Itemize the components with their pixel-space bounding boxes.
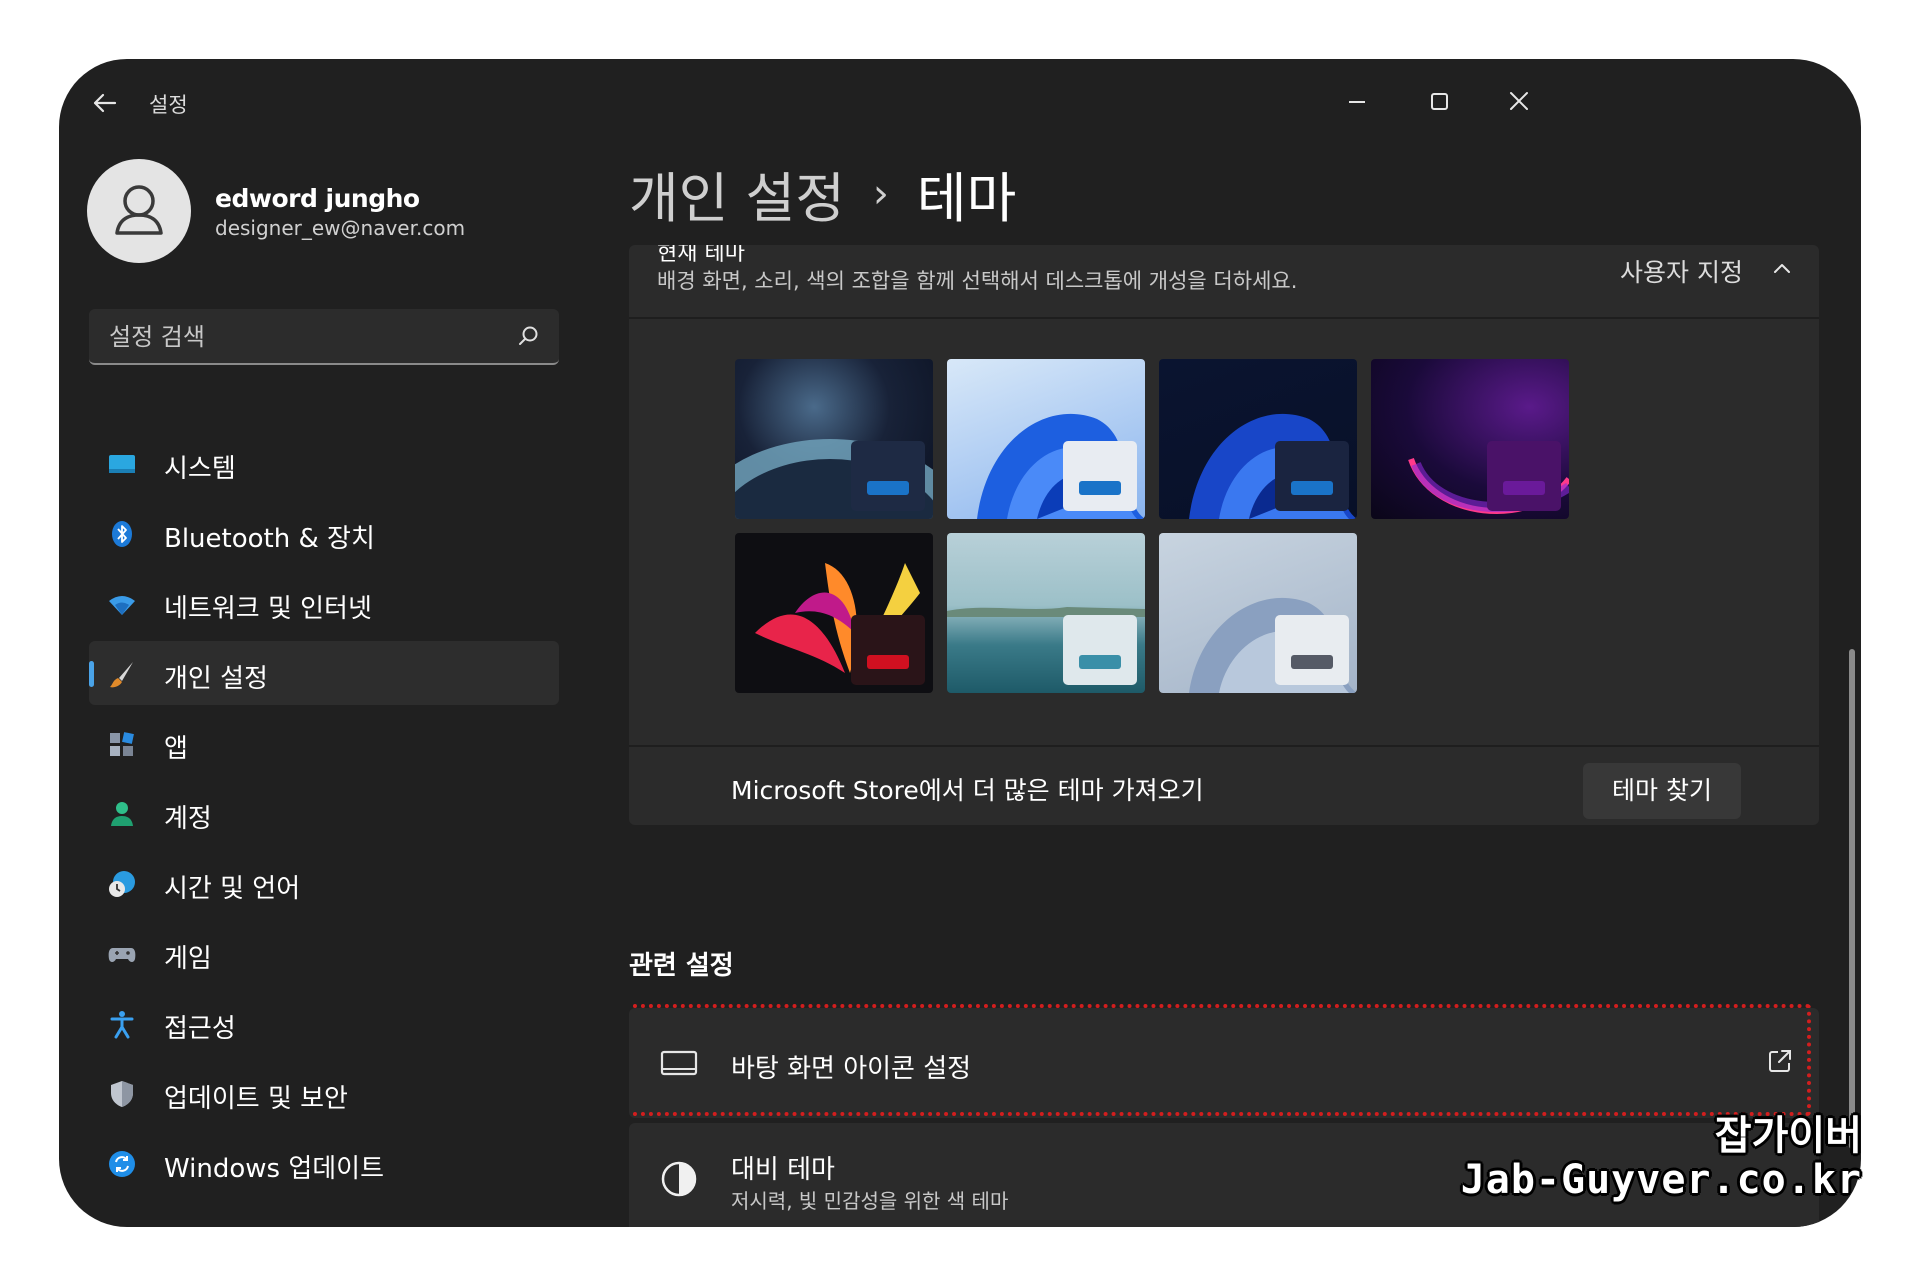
watermark-line1: 잡가이버	[1714, 1113, 1862, 1159]
theme-windows-light[interactable]	[947, 359, 1145, 519]
sidebar-item-label: Windows 업데이트	[164, 1154, 385, 1184]
watermark-line2: Jab-Guyver.co.kr	[1460, 1157, 1862, 1203]
sidebar-item-gaming[interactable]: 게임	[89, 921, 559, 985]
main-content: 현재 테마 배경 화면, 소리, 색의 조합을 함께 선택해서 데스크톱에 개성…	[629, 245, 1819, 1227]
sidebar-item-label: 계정	[164, 804, 212, 834]
sidebar-item-label: 시간 및 언어	[164, 874, 301, 904]
current-theme-value: 사용자 지정	[1620, 258, 1743, 287]
chevron-up-icon[interactable]	[1769, 255, 1795, 281]
sidebar-item-label: 시스템	[164, 454, 236, 484]
time-language-icon	[107, 869, 137, 899]
theme-preview-window	[851, 615, 925, 685]
system-icon	[107, 449, 137, 479]
theme-preview-window	[1275, 441, 1349, 511]
title-bar: 설정	[59, 59, 1861, 129]
sidebar-item-time-language[interactable]: 시간 및 언어	[89, 851, 559, 915]
sidebar-item-personalization[interactable]: 개인 설정	[89, 641, 559, 705]
current-theme-title: 현재 테마	[657, 245, 745, 266]
maximize-icon[interactable]	[1409, 75, 1469, 129]
related-item-label: 대비 테마	[731, 1155, 835, 1185]
settings-window: 설정 edword jungho designer_ew@naver.com 설…	[59, 59, 1861, 1227]
current-theme-description: 배경 화면, 소리, 색의 조합을 함께 선택해서 데스크톱에 개성을 더하세요…	[657, 269, 1298, 293]
wifi-icon	[107, 589, 137, 619]
profile-email: designer_ew@naver.com	[215, 216, 466, 240]
sidebar-item-network[interactable]: 네트워크 및 인터넷	[89, 571, 559, 635]
sidebar-item-update-security[interactable]: 업데이트 및 보안	[89, 1061, 559, 1125]
contrast-icon	[659, 1159, 699, 1199]
sidebar-item-label: 앱	[164, 734, 188, 764]
app-title: 설정	[149, 93, 188, 117]
windows-update-icon	[107, 1149, 137, 1179]
sidebar-item-system[interactable]: 시스템	[89, 431, 559, 495]
theme-preview-window	[1063, 615, 1137, 685]
store-row: Microsoft Store에서 더 많은 테마 가져오기 테마 찾기	[629, 745, 1819, 827]
shield-icon	[107, 1079, 137, 1109]
theme-windows-dark[interactable]	[1159, 359, 1357, 519]
browse-themes-button[interactable]: 테마 찾기	[1583, 763, 1741, 819]
watermark: 잡가이버 Jab-Guyver.co.kr	[1461, 1114, 1862, 1202]
theme-sunrise[interactable]	[947, 533, 1145, 693]
sidebar-item-apps[interactable]: 앱	[89, 711, 559, 775]
profile-name: edword jungho	[215, 184, 420, 213]
apps-icon	[107, 729, 137, 759]
sidebar-item-label: 접근성	[164, 1014, 236, 1044]
theme-preview-window	[1487, 441, 1561, 511]
account-icon	[107, 799, 137, 829]
sidebar-item-bluetooth[interactable]: Bluetooth & 장치	[89, 501, 559, 565]
page-title: 테마	[916, 167, 1017, 230]
desktop-icon	[659, 1044, 699, 1084]
user-avatar-icon[interactable]	[87, 159, 191, 263]
desktop-icon-settings-row[interactable]: 바탕 화면 아이콘 설정	[629, 1004, 1819, 1118]
scrollbar[interactable]	[1849, 649, 1855, 1149]
sidebar-item-label: Bluetooth & 장치	[164, 524, 375, 554]
sidebar-item-windows-update[interactable]: Windows 업데이트	[89, 1131, 559, 1195]
breadcrumb-parent[interactable]: 개인 설정	[629, 154, 845, 233]
sidebar-item-label: 개인 설정	[164, 664, 268, 694]
theme-preview-window	[1063, 441, 1137, 511]
related-item-label: 바탕 화면 아이콘 설정	[731, 1054, 972, 1084]
close-icon[interactable]	[1489, 75, 1549, 129]
sidebar-item-label: 업데이트 및 보안	[164, 1084, 348, 1114]
back-arrow-icon[interactable]	[87, 85, 123, 121]
theme-glow[interactable]	[1371, 359, 1569, 519]
search-icon[interactable]	[513, 321, 543, 351]
external-link-icon	[1765, 1046, 1795, 1076]
breadcrumb-separator: ›	[872, 170, 889, 217]
breadcrumb: 개인 설정 › 테마	[629, 154, 1016, 233]
sidebar-nav: 시스템 Bluetooth & 장치 네트워크 및 인터넷 개인 설정 앱 계정…	[89, 431, 559, 1201]
sidebar-item-label: 네트워크 및 인터넷	[164, 594, 372, 624]
theme-flow[interactable]	[1159, 533, 1357, 693]
theme-preview-window	[851, 441, 925, 511]
sidebar-item-accessibility[interactable]: 접근성	[89, 991, 559, 1055]
sidebar-item-label: 게임	[164, 944, 212, 974]
theme-preview-window	[1275, 615, 1349, 685]
gamepad-icon	[107, 939, 137, 969]
related-item-sublabel: 저시력, 빛 민감성을 위한 색 테마	[731, 1189, 1009, 1213]
current-theme-header[interactable]: 현재 테마 배경 화면, 소리, 색의 조합을 함께 선택해서 데스크톱에 개성…	[629, 245, 1819, 319]
theme-starry-night[interactable]	[735, 359, 933, 519]
sidebar-item-accounts[interactable]: 계정	[89, 781, 559, 845]
minimize-icon[interactable]	[1327, 75, 1387, 129]
search-box[interactable]	[89, 309, 559, 365]
accessibility-icon	[107, 1009, 137, 1039]
theme-captured-motion[interactable]	[735, 533, 933, 693]
related-settings-title: 관련 설정	[629, 951, 734, 981]
store-text: Microsoft Store에서 더 많은 테마 가져오기	[731, 776, 1204, 805]
brush-icon	[107, 659, 137, 689]
bluetooth-icon	[107, 519, 137, 549]
current-theme-card: 현재 테마 배경 화면, 소리, 색의 조합을 함께 선택해서 데스크톱에 개성…	[629, 245, 1819, 825]
search-input[interactable]	[107, 317, 511, 357]
